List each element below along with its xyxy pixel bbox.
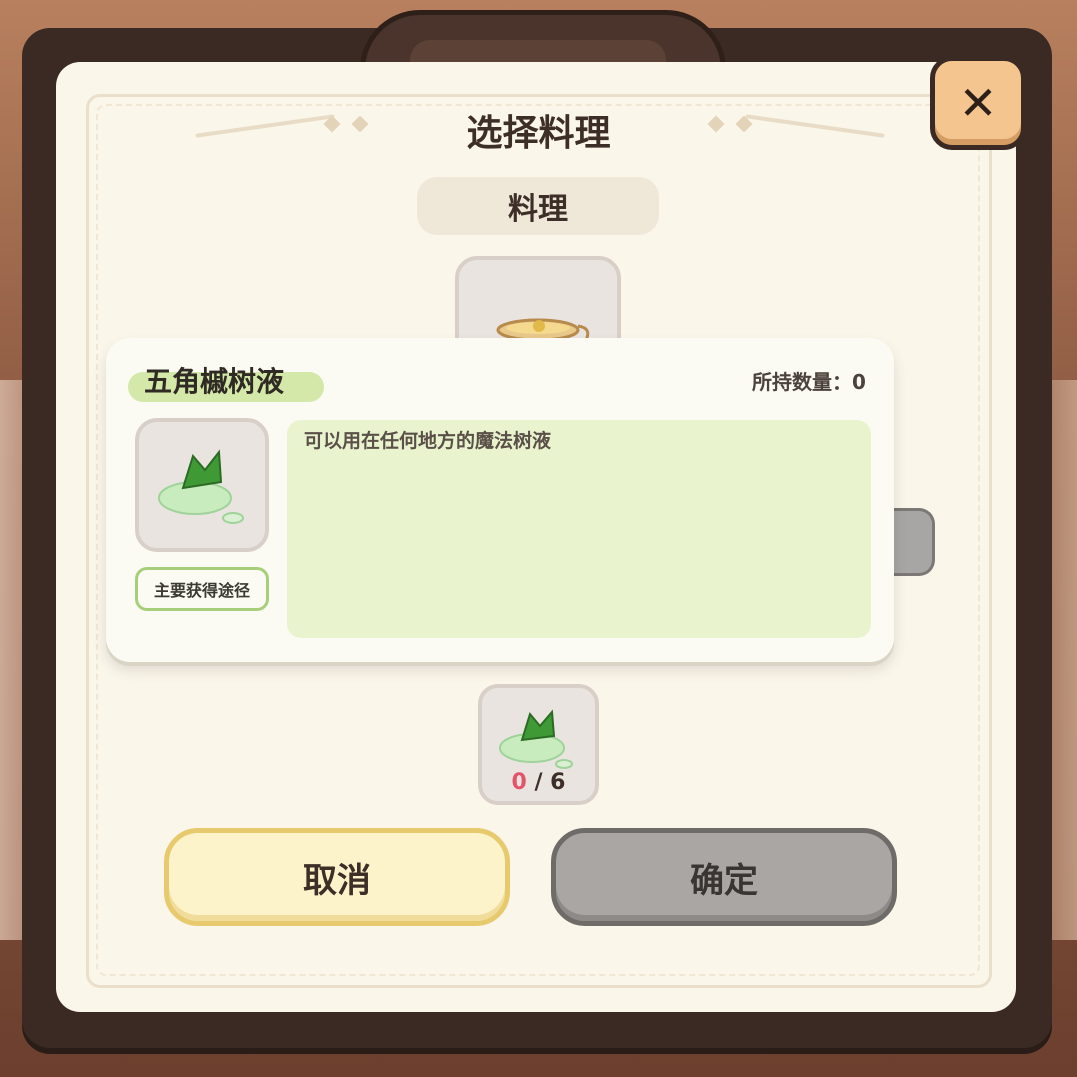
acquisition-source-button[interactable]: 主要获得途径 bbox=[135, 567, 269, 611]
count-separator: / bbox=[526, 770, 551, 795]
confirm-button[interactable]: 确定 bbox=[551, 828, 897, 926]
owned-quantity: 所持数量：0 bbox=[752, 370, 866, 394]
maple-sap-icon bbox=[158, 449, 244, 524]
count-need: 6 bbox=[550, 770, 566, 795]
side-scroll-tab[interactable] bbox=[890, 508, 935, 576]
count-have: 0 bbox=[511, 770, 527, 795]
cancel-button[interactable]: 取消 bbox=[164, 828, 510, 926]
item-icon-frame bbox=[135, 418, 269, 552]
item-name: 五角槭树液 bbox=[144, 365, 285, 398]
close-icon: ✕ bbox=[958, 76, 998, 130]
item-description: 可以用在任何地方的魔法树液 bbox=[304, 430, 552, 452]
close-button[interactable]: ✕ bbox=[930, 56, 1026, 150]
dialog-title: 选择料理 bbox=[466, 113, 611, 154]
ingredient-count: 0 / 6 bbox=[478, 770, 599, 795]
category-tab[interactable]: 料理 bbox=[417, 177, 659, 235]
